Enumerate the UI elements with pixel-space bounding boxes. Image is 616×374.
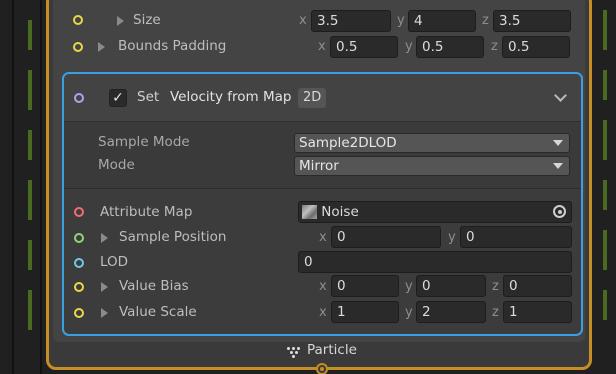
value-bias-expand-icon[interactable] [101, 282, 108, 292]
sample-position-y-field[interactable]: 0 [460, 226, 572, 248]
block-title-name: Velocity from Map [170, 89, 292, 105]
lod-field[interactable]: 0 [298, 251, 572, 273]
value-scale-x-axis-label: x [319, 305, 327, 320]
value-bias-y-field[interactable]: 0 [416, 275, 486, 297]
size-x-field[interactable]: 3.5 [311, 10, 391, 32]
size-input-port[interactable] [73, 15, 83, 25]
sample-position-expand-icon[interactable] [101, 233, 108, 243]
bounds-padding-y-field[interactable]: 0.5 [416, 36, 484, 58]
attribute-map-object-field[interactable]: Noise [298, 201, 572, 223]
bounds-padding-y-axis-label: y [405, 39, 413, 54]
lod-label: LOD [100, 254, 129, 270]
context-type-label: Particle [307, 342, 357, 358]
value-scale-x-field[interactable]: 1 [331, 301, 399, 323]
value-scale-y-field[interactable]: 2 [416, 301, 486, 323]
bounds-padding-z-axis-label: z [491, 39, 498, 54]
value-bias-z-axis-label: z [492, 279, 499, 294]
value-scale-expand-icon[interactable] [101, 308, 108, 318]
attribute-map-value: Noise [321, 204, 359, 220]
mode-dropdown[interactable]: Mirror [294, 156, 570, 176]
bounds-padding-expand-icon[interactable] [98, 42, 105, 52]
attribute-map-label: Attribute Map [100, 204, 193, 220]
bounds-padding-x-axis-label: x [318, 39, 326, 54]
sample-position-x-axis-label: x [319, 230, 327, 245]
value-scale-z-field[interactable]: 1 [503, 301, 572, 323]
block-header[interactable]: ✓ Set Velocity from Map 2D [64, 74, 581, 122]
value-bias-port[interactable] [74, 282, 84, 292]
value-bias-x-field[interactable]: 0 [331, 275, 399, 297]
size-expand-icon[interactable] [117, 16, 124, 26]
mode-dropdown-arrow-icon [553, 163, 563, 169]
block-settings: Sample Mode Sample2DLOD Mode Mirror [64, 123, 581, 189]
bounds-padding-x-field[interactable]: 0.5 [330, 36, 398, 58]
bounds-padding-label: Bounds Padding [118, 38, 227, 54]
sample-mode-dropdown-arrow-icon [553, 140, 563, 146]
size-z-axis-label: z [482, 13, 489, 28]
block-title-set: Set [137, 89, 160, 105]
size-x-axis-label: x [299, 13, 307, 28]
block-enabled-checkbox[interactable]: ✓ [109, 89, 127, 107]
sample-position-x-field[interactable]: 0 [331, 226, 441, 248]
value-scale-label: Value Scale [119, 304, 197, 320]
collapse-chevron-icon[interactable] [554, 89, 567, 102]
size-z-field[interactable]: 3.5 [493, 10, 571, 32]
value-bias-z-field[interactable]: 0 [503, 275, 572, 297]
value-bias-x-axis-label: x [319, 279, 327, 294]
sample-mode-dropdown[interactable]: Sample2DLOD [294, 133, 570, 153]
value-bias-y-axis-label: y [405, 279, 413, 294]
object-picker-icon[interactable] [553, 205, 566, 218]
value-bias-label: Value Bias [119, 278, 189, 294]
sample-position-label: Sample Position [119, 229, 227, 245]
texture-thumbnail-icon [302, 205, 317, 219]
sample-position-port[interactable] [74, 233, 84, 243]
mode-label: Mode [98, 157, 135, 173]
set-velocity-from-map-block[interactable]: ✓ Set Velocity from Map 2D Sample Mode S… [62, 72, 583, 336]
sample-mode-label: Sample Mode [98, 134, 190, 150]
size-y-axis-label: y [397, 13, 405, 28]
size-label: Size [133, 12, 161, 28]
block-activation-port[interactable] [74, 93, 84, 103]
dimension-badge: 2D [298, 88, 327, 108]
size-y-field[interactable]: 4 [408, 10, 476, 32]
sample-position-y-axis-label: y [448, 230, 456, 245]
sample-mode-value: Sample2DLOD [299, 135, 397, 151]
attribute-map-port[interactable] [74, 207, 84, 217]
bounds-padding-z-field[interactable]: 0.5 [502, 36, 570, 58]
value-scale-port[interactable] [74, 308, 84, 318]
mode-value: Mirror [299, 158, 339, 174]
value-scale-z-axis-label: z [492, 305, 499, 320]
particle-dots-icon [287, 346, 301, 358]
bounds-padding-input-port[interactable] [73, 42, 83, 52]
lod-port[interactable] [74, 258, 84, 268]
value-scale-y-axis-label: y [405, 305, 413, 320]
context-output-port[interactable] [316, 363, 328, 374]
